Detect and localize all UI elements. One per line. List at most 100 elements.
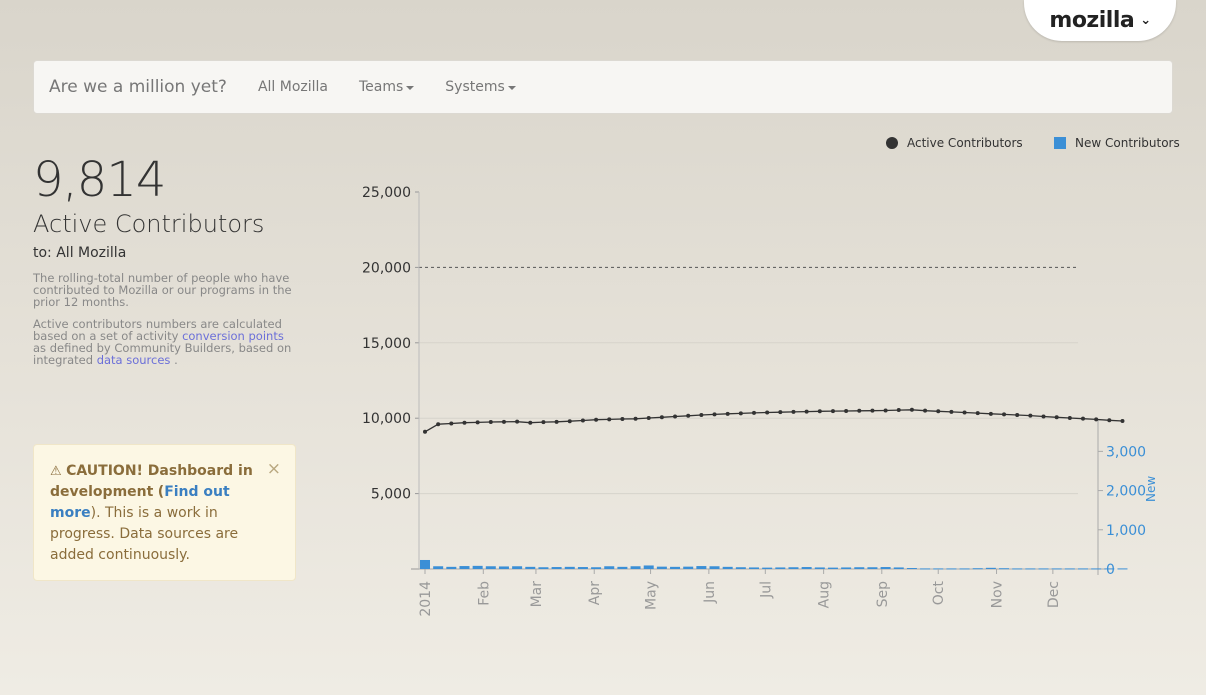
active-contributors-point [686,413,691,418]
new-contributors-bar [643,565,654,569]
active-contributors-point [1081,416,1085,421]
active-contributors-point [896,408,901,413]
new-contributors-bar [1091,568,1102,570]
active-contributors-point [462,420,467,425]
new-contributors-bar [1104,568,1115,570]
new-contributors-bar [591,567,602,569]
active-contributors-point [673,414,678,419]
new-contributors-bar [498,566,509,569]
new-contributors-bar [946,568,957,570]
new-contributors-bar [1078,568,1088,570]
active-contributors-point [475,420,480,425]
y-right-tick-label: 0 [1106,562,1115,578]
new-contributors-bar [485,566,496,569]
new-contributors-bar [656,566,667,569]
active-contributors-point [449,421,454,426]
active-contributors-point [1094,417,1099,422]
active-contributors-point [423,429,427,434]
new-contributors-bar [749,567,759,569]
x-tick-label: Feb [476,581,492,606]
active-contributors-point [541,420,546,425]
active-contributors-point [515,419,520,424]
new-contributors-bar [683,566,694,569]
new-contributors-bar [617,566,628,569]
x-tick-label: Jul [758,581,774,599]
new-contributors-bar [446,566,457,569]
new-contributors-bar [604,566,615,569]
y-left-tick-label: 25,000 [362,185,411,201]
y-right-tick-label: 2,000 [1106,484,1146,500]
x-tick-label: Aug [817,581,833,608]
active-contributors-point [975,411,980,416]
active-contributors-point [738,411,743,416]
new-contributors-bar [867,567,878,569]
new-contributors-bar [459,566,470,569]
new-contributors-bar [762,567,773,569]
new-contributors-bar [630,566,641,569]
active-contributors-point [633,416,638,421]
active-contributors-point [567,419,572,424]
x-tick-label: 2014 [418,581,434,617]
new-contributors-bar [525,566,536,569]
active-contributors-point [923,408,928,413]
new-contributors-bar [906,568,917,570]
new-contributors-bar [1012,568,1023,570]
active-contributors-point [830,409,835,414]
active-contributors-point [1041,414,1046,419]
active-contributors-point [580,418,585,423]
active-contributors-point [791,409,796,414]
new-contributors-bar [814,567,825,569]
active-contributors-point [778,410,783,415]
y-right-tick-label: 3,000 [1106,444,1146,460]
new-contributors-bar [420,559,430,569]
active-contributors-point [844,408,849,413]
new-contributors-bar [788,567,799,569]
new-contributors-bar [577,567,588,569]
new-contributors-bar [801,567,812,569]
new-contributors-bar [1038,568,1049,570]
y-right-axis-label: New [1144,476,1158,502]
active-contributors-point [804,409,809,414]
active-contributors-point [765,410,770,415]
new-contributors-bar [775,567,786,569]
active-contributors-point [870,408,875,413]
new-contributors-bar [433,566,444,569]
new-contributors-bar [1117,568,1128,570]
active-contributors-line [424,409,1123,433]
active-contributors-point [554,419,559,424]
active-contributors-point [528,420,533,425]
active-contributors-point [883,408,888,413]
new-contributors-bar [722,566,733,569]
contributors-chart: 25,000 20,000 15,000 10,000 5,000 0 1,000 2,000… [362,185,1158,617]
active-contributors-point [817,409,822,414]
new-contributors-bar [1064,568,1075,570]
x-tick-label: Mar [529,581,545,608]
active-contributors-point [1120,419,1125,424]
active-contributors-point [607,417,612,422]
x-tick-label: May [644,581,660,610]
y-left-tick-label: 10,000 [362,411,411,427]
active-contributors-point [857,408,862,413]
active-contributors-point [1028,413,1033,418]
active-contributors-point [1107,418,1112,423]
active-contributors-point [436,422,441,427]
active-contributors-point [1067,416,1072,421]
active-contributors-point [659,415,664,420]
new-contributors-bar [972,568,983,570]
active-contributors-point [909,407,914,412]
new-contributors-bar [959,568,970,570]
active-contributors-point [594,417,599,422]
new-contributors-bar [538,567,549,569]
x-tick-label: Apr [587,581,603,605]
active-contributors-point [725,411,730,416]
new-contributors-bar [709,566,720,569]
y-left-tick-label: 20,000 [362,260,411,276]
new-contributors-bar [696,566,707,569]
y-left-tick-label: 5,000 [371,487,411,503]
new-contributors-bar [512,566,523,569]
x-tick-label: Sep [875,581,891,608]
active-contributors-point [988,411,993,416]
new-contributors-bar [985,567,996,569]
new-contributors-bar [551,567,562,569]
active-contributors-point [1015,413,1020,418]
